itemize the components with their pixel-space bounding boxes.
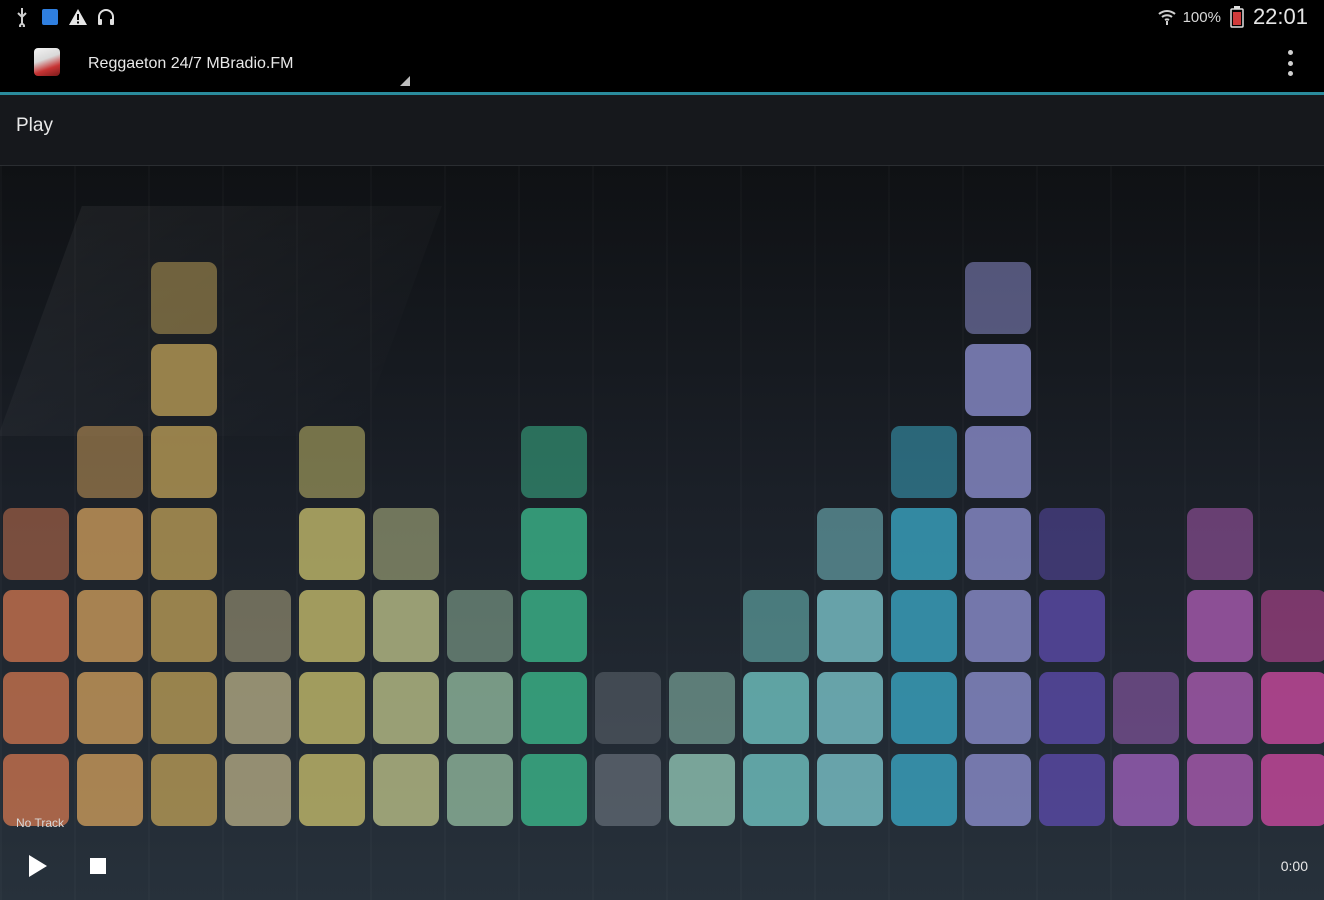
equalizer-block [447, 672, 513, 744]
equalizer-block [1039, 590, 1105, 662]
equalizer-block [77, 426, 143, 498]
equalizer-block [77, 590, 143, 662]
equalizer-block [891, 590, 957, 662]
equalizer-block [1187, 590, 1253, 662]
equalizer-block [965, 672, 1031, 744]
tab-play[interactable]: Play [16, 115, 53, 137]
tab-strip: Play [0, 95, 1324, 166]
equalizer-block [1261, 754, 1324, 826]
equalizer-block [891, 672, 957, 744]
equalizer-block [521, 672, 587, 744]
status-bar: 100% 22:01 [0, 0, 1324, 34]
equalizer-block [151, 262, 217, 334]
equalizer-block [77, 754, 143, 826]
equalizer-block [817, 672, 883, 744]
equalizer-graphic [3, 262, 1324, 826]
equalizer-block [373, 508, 439, 580]
action-bar: Reggaeton 24/7 MBradio.FM [0, 34, 1324, 95]
battery-percent: 100% [1182, 8, 1221, 26]
equalizer-block [151, 426, 217, 498]
spinner-corner-icon [400, 76, 410, 86]
equalizer-block [965, 344, 1031, 416]
equalizer-block [77, 672, 143, 744]
equalizer-block [965, 262, 1031, 334]
equalizer-block [225, 590, 291, 662]
equalizer-block [891, 754, 957, 826]
equalizer-block [669, 754, 735, 826]
play-icon [29, 855, 47, 877]
equalizer-block [1261, 672, 1324, 744]
status-icons-right: 100% 22:01 [1157, 4, 1324, 30]
equalizer-block [299, 672, 365, 744]
status-icons-left [0, 7, 116, 27]
app-logo-icon [34, 48, 60, 76]
track-label: No Track [16, 816, 65, 830]
equalizer-block [151, 754, 217, 826]
notification-square-icon [40, 7, 60, 27]
equalizer-block [521, 508, 587, 580]
equalizer-block [373, 672, 439, 744]
equalizer-block [965, 508, 1031, 580]
equalizer-block [225, 672, 291, 744]
equalizer-block [1187, 672, 1253, 744]
equalizer-block [151, 672, 217, 744]
equalizer-block [521, 426, 587, 498]
equalizer-block [1113, 672, 1179, 744]
equalizer-block [891, 508, 957, 580]
equalizer-block [1113, 754, 1179, 826]
equalizer-block [743, 754, 809, 826]
equalizer-block [743, 590, 809, 662]
equalizer-block [817, 508, 883, 580]
player-bar: 0:00 [0, 834, 1324, 900]
equalizer-block [3, 508, 69, 580]
equalizer-block [447, 590, 513, 662]
equalizer-block [521, 590, 587, 662]
equalizer-block [817, 754, 883, 826]
equalizer-block [373, 754, 439, 826]
clock: 22:01 [1252, 4, 1308, 29]
equalizer-block [299, 426, 365, 498]
overflow-menu-icon[interactable] [1278, 48, 1302, 78]
stop-button[interactable] [88, 856, 108, 876]
wifi-icon [1157, 7, 1177, 27]
equalizer-block [373, 590, 439, 662]
equalizer-block [151, 344, 217, 416]
equalizer-block [965, 426, 1031, 498]
equalizer-block [817, 590, 883, 662]
play-button[interactable] [24, 852, 52, 880]
equalizer-block [299, 590, 365, 662]
equalizer-block [77, 508, 143, 580]
equalizer-block [299, 508, 365, 580]
equalizer-block [151, 508, 217, 580]
equalizer-block [1187, 754, 1253, 826]
equalizer-block [447, 754, 513, 826]
battery-icon [1227, 6, 1247, 28]
equalizer-block [965, 590, 1031, 662]
equalizer-block [151, 590, 217, 662]
warning-icon [68, 7, 88, 27]
headphones-icon [96, 7, 116, 27]
equalizer-block [1187, 508, 1253, 580]
equalizer-block [521, 754, 587, 826]
equalizer-block [595, 754, 661, 826]
equalizer-block [1039, 508, 1105, 580]
equalizer-background [0, 166, 1324, 900]
equalizer-block [299, 754, 365, 826]
station-title: Reggaeton 24/7 MBradio.FM [88, 55, 294, 72]
equalizer-block [595, 672, 661, 744]
stop-icon [90, 858, 106, 874]
equalizer-block [743, 672, 809, 744]
equalizer-block [1261, 590, 1324, 662]
station-spinner[interactable]: Reggaeton 24/7 MBradio.FM [80, 42, 410, 86]
elapsed-time: 0:00 [1280, 858, 1308, 874]
usb-icon [12, 7, 32, 27]
equalizer-block [1039, 754, 1105, 826]
equalizer-block [891, 426, 957, 498]
equalizer-block [1039, 672, 1105, 744]
equalizer-block [3, 590, 69, 662]
equalizer-block [965, 754, 1031, 826]
equalizer-block [669, 672, 735, 744]
equalizer-block [3, 672, 69, 744]
equalizer-block [225, 754, 291, 826]
